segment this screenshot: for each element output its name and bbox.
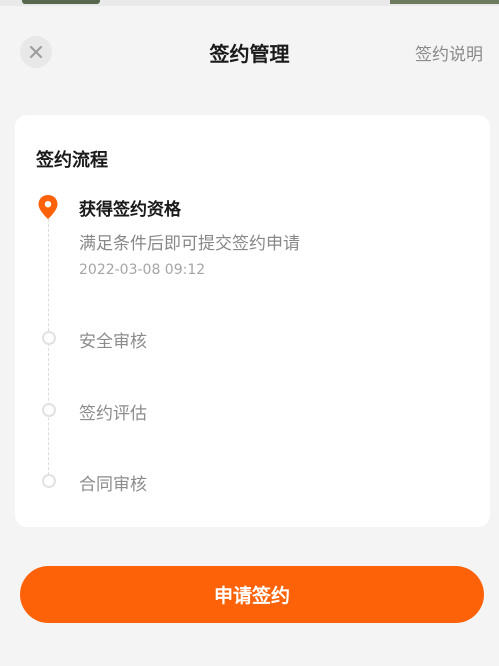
step-active-description: 满足条件后即可提交签约申请 xyxy=(79,234,300,254)
nav-header: 签约管理 签约说明 xyxy=(0,0,499,104)
step-dot-pending xyxy=(42,474,56,488)
signing-help-link[interactable]: 签约说明 xyxy=(415,40,483,65)
timeline-line xyxy=(48,219,49,485)
step-active-label: 获得签约资格 xyxy=(79,200,181,220)
step-contract-review: 合同审核 xyxy=(79,475,147,495)
step-signing-evaluation: 签约评估 xyxy=(79,404,147,424)
signing-process-card: 签约流程 获得签约资格 满足条件后即可提交签约申请 2022-03-08 09:… xyxy=(15,115,490,527)
step-dot-pending xyxy=(42,331,56,345)
apply-signing-button[interactable]: 申请签约 xyxy=(20,566,484,623)
card-title: 签约流程 xyxy=(36,150,108,171)
location-pin-icon xyxy=(38,195,58,219)
step-security-review: 安全审核 xyxy=(79,332,147,352)
step-dot-pending xyxy=(42,403,56,417)
step-active-time: 2022-03-08 09:12 xyxy=(79,262,206,278)
